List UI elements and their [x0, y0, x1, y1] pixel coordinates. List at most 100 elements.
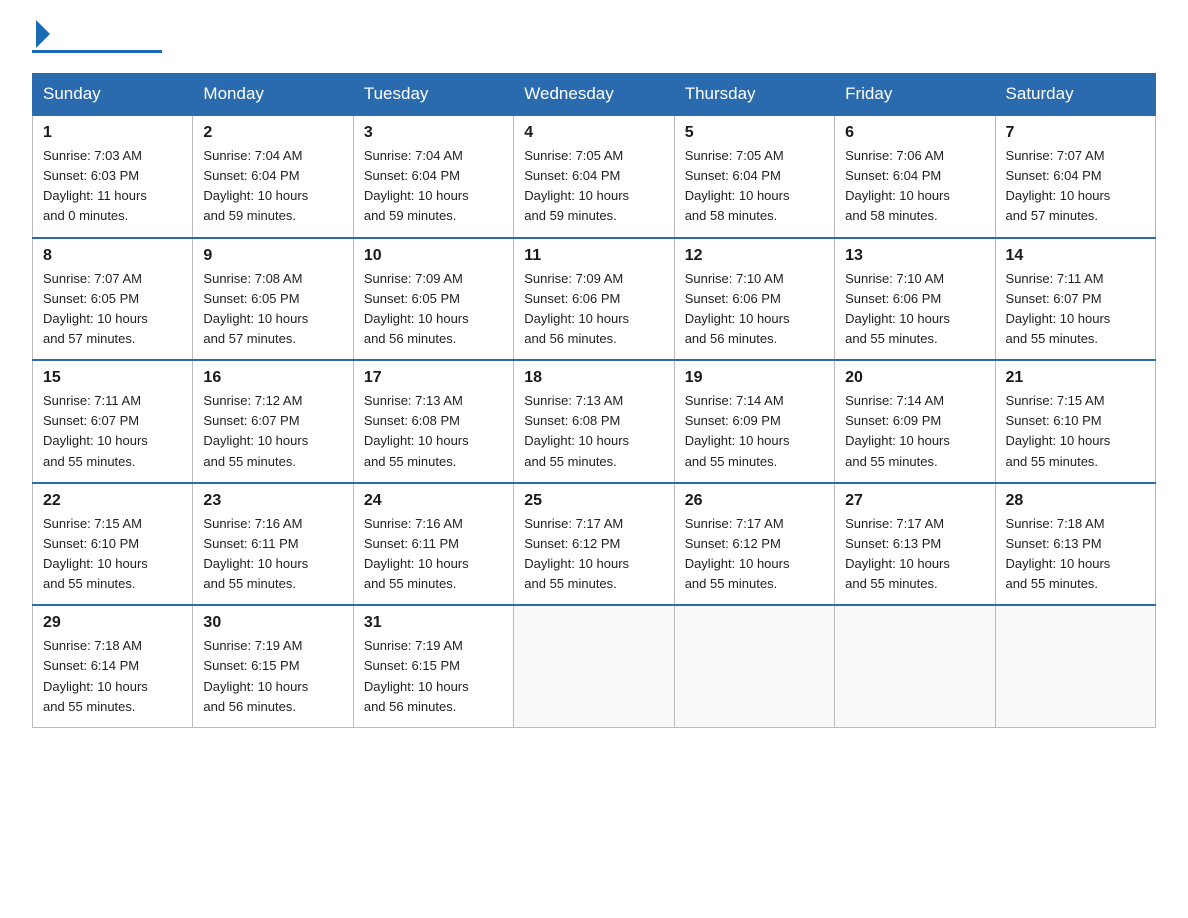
day-number: 13 — [845, 247, 984, 265]
week-row-5: 29 Sunrise: 7:18 AMSunset: 6:14 PMDayligh… — [33, 605, 1156, 727]
day-number: 22 — [43, 492, 182, 510]
day-cell-4: 4 Sunrise: 7:05 AMSunset: 6:04 PMDaylight… — [514, 115, 674, 238]
logo — [32, 24, 162, 53]
day-info: Sunrise: 7:12 AMSunset: 6:07 PMDaylight:… — [203, 391, 342, 472]
weekday-header-saturday: Saturday — [995, 74, 1155, 116]
day-cell-14: 14 Sunrise: 7:11 AMSunset: 6:07 PMDayligh… — [995, 238, 1155, 361]
day-number: 24 — [364, 492, 503, 510]
calendar-table: SundayMondayTuesdayWednesdayThursdayFrid… — [32, 73, 1156, 728]
week-row-3: 15 Sunrise: 7:11 AMSunset: 6:07 PMDayligh… — [33, 360, 1156, 483]
day-number: 19 — [685, 369, 824, 387]
week-row-1: 1 Sunrise: 7:03 AMSunset: 6:03 PMDaylight… — [33, 115, 1156, 238]
day-number: 1 — [43, 124, 182, 142]
day-number: 23 — [203, 492, 342, 510]
day-info: Sunrise: 7:07 AMSunset: 6:04 PMDaylight:… — [1006, 146, 1145, 227]
day-cell-9: 9 Sunrise: 7:08 AMSunset: 6:05 PMDaylight… — [193, 238, 353, 361]
day-info: Sunrise: 7:19 AMSunset: 6:15 PMDaylight:… — [364, 636, 503, 717]
day-cell-13: 13 Sunrise: 7:10 AMSunset: 6:06 PMDayligh… — [835, 238, 995, 361]
day-cell-12: 12Sunrise: 7:10 AMSunset: 6:06 PMDayligh… — [674, 238, 834, 361]
day-info: Sunrise: 7:04 AMSunset: 6:04 PMDaylight:… — [364, 146, 503, 227]
day-cell-11: 11Sunrise: 7:09 AMSunset: 6:06 PMDayligh… — [514, 238, 674, 361]
day-number: 4 — [524, 124, 663, 142]
day-cell-1: 1 Sunrise: 7:03 AMSunset: 6:03 PMDaylight… — [33, 115, 193, 238]
day-number: 5 — [685, 124, 824, 142]
day-info: Sunrise: 7:07 AMSunset: 6:05 PMDaylight:… — [43, 269, 182, 350]
day-cell-7: 7 Sunrise: 7:07 AMSunset: 6:04 PMDaylight… — [995, 115, 1155, 238]
day-info: Sunrise: 7:15 AMSunset: 6:10 PMDaylight:… — [43, 514, 182, 595]
day-number: 20 — [845, 369, 984, 387]
day-number: 28 — [1006, 492, 1145, 510]
day-number: 3 — [364, 124, 503, 142]
day-cell-25: 25 Sunrise: 7:17 AMSunset: 6:12 PMDayligh… — [514, 483, 674, 606]
day-cell-21: 21Sunrise: 7:15 AMSunset: 6:10 PMDayligh… — [995, 360, 1155, 483]
day-number: 7 — [1006, 124, 1145, 142]
day-number: 15 — [43, 369, 182, 387]
day-info: Sunrise: 7:18 AMSunset: 6:13 PMDaylight:… — [1006, 514, 1145, 595]
day-cell-17: 17 Sunrise: 7:13 AMSunset: 6:08 PMDayligh… — [353, 360, 513, 483]
day-info: Sunrise: 7:14 AMSunset: 6:09 PMDaylight:… — [685, 391, 824, 472]
day-info: Sunrise: 7:09 AMSunset: 6:05 PMDaylight:… — [364, 269, 503, 350]
day-info: Sunrise: 7:03 AMSunset: 6:03 PMDaylight:… — [43, 146, 182, 227]
day-number: 11 — [524, 247, 663, 265]
day-cell-3: 3 Sunrise: 7:04 AMSunset: 6:04 PMDaylight… — [353, 115, 513, 238]
day-info: Sunrise: 7:06 AMSunset: 6:04 PMDaylight:… — [845, 146, 984, 227]
day-cell-2: 2Sunrise: 7:04 AMSunset: 6:04 PMDaylight… — [193, 115, 353, 238]
day-info: Sunrise: 7:16 AMSunset: 6:11 PMDaylight:… — [203, 514, 342, 595]
day-info: Sunrise: 7:17 AMSunset: 6:13 PMDaylight:… — [845, 514, 984, 595]
day-number: 26 — [685, 492, 824, 510]
day-number: 25 — [524, 492, 663, 510]
empty-cell — [674, 605, 834, 727]
day-cell-16: 16 Sunrise: 7:12 AMSunset: 6:07 PMDayligh… — [193, 360, 353, 483]
day-info: Sunrise: 7:13 AMSunset: 6:08 PMDaylight:… — [524, 391, 663, 472]
empty-cell — [835, 605, 995, 727]
day-number: 9 — [203, 247, 342, 265]
day-cell-27: 27 Sunrise: 7:17 AMSunset: 6:13 PMDayligh… — [835, 483, 995, 606]
day-info: Sunrise: 7:11 AMSunset: 6:07 PMDaylight:… — [1006, 269, 1145, 350]
weekday-header-sunday: Sunday — [33, 74, 193, 116]
day-number: 2 — [203, 124, 342, 142]
day-info: Sunrise: 7:19 AMSunset: 6:15 PMDaylight:… — [203, 636, 342, 717]
weekday-header-tuesday: Tuesday — [353, 74, 513, 116]
day-info: Sunrise: 7:05 AMSunset: 6:04 PMDaylight:… — [685, 146, 824, 227]
day-cell-19: 19 Sunrise: 7:14 AMSunset: 6:09 PMDayligh… — [674, 360, 834, 483]
day-info: Sunrise: 7:14 AMSunset: 6:09 PMDaylight:… — [845, 391, 984, 472]
day-cell-24: 24Sunrise: 7:16 AMSunset: 6:11 PMDayligh… — [353, 483, 513, 606]
day-cell-15: 15 Sunrise: 7:11 AMSunset: 6:07 PMDayligh… — [33, 360, 193, 483]
day-number: 31 — [364, 614, 503, 632]
day-info: Sunrise: 7:05 AMSunset: 6:04 PMDaylight:… — [524, 146, 663, 227]
day-info: Sunrise: 7:08 AMSunset: 6:05 PMDaylight:… — [203, 269, 342, 350]
day-cell-31: 31 Sunrise: 7:19 AMSunset: 6:15 PMDayligh… — [353, 605, 513, 727]
day-cell-29: 29 Sunrise: 7:18 AMSunset: 6:14 PMDayligh… — [33, 605, 193, 727]
empty-cell — [514, 605, 674, 727]
day-number: 30 — [203, 614, 342, 632]
day-cell-20: 20 Sunrise: 7:14 AMSunset: 6:09 PMDayligh… — [835, 360, 995, 483]
day-number: 27 — [845, 492, 984, 510]
empty-cell — [995, 605, 1155, 727]
day-info: Sunrise: 7:17 AMSunset: 6:12 PMDaylight:… — [524, 514, 663, 595]
day-number: 21 — [1006, 369, 1145, 387]
day-number: 8 — [43, 247, 182, 265]
day-number: 10 — [364, 247, 503, 265]
day-number: 14 — [1006, 247, 1145, 265]
day-number: 29 — [43, 614, 182, 632]
day-number: 18 — [524, 369, 663, 387]
day-cell-8: 8 Sunrise: 7:07 AMSunset: 6:05 PMDaylight… — [33, 238, 193, 361]
day-info: Sunrise: 7:18 AMSunset: 6:14 PMDaylight:… — [43, 636, 182, 717]
weekday-header-monday: Monday — [193, 74, 353, 116]
week-row-2: 8 Sunrise: 7:07 AMSunset: 6:05 PMDaylight… — [33, 238, 1156, 361]
day-info: Sunrise: 7:11 AMSunset: 6:07 PMDaylight:… — [43, 391, 182, 472]
day-number: 17 — [364, 369, 503, 387]
logo-triangle-icon — [36, 20, 50, 48]
day-info: Sunrise: 7:17 AMSunset: 6:12 PMDaylight:… — [685, 514, 824, 595]
day-info: Sunrise: 7:10 AMSunset: 6:06 PMDaylight:… — [845, 269, 984, 350]
week-row-4: 22 Sunrise: 7:15 AMSunset: 6:10 PMDayligh… — [33, 483, 1156, 606]
weekday-header-row: SundayMondayTuesdayWednesdayThursdayFrid… — [33, 74, 1156, 116]
day-number: 16 — [203, 369, 342, 387]
day-cell-26: 26 Sunrise: 7:17 AMSunset: 6:12 PMDayligh… — [674, 483, 834, 606]
day-cell-22: 22 Sunrise: 7:15 AMSunset: 6:10 PMDayligh… — [33, 483, 193, 606]
weekday-header-thursday: Thursday — [674, 74, 834, 116]
day-info: Sunrise: 7:13 AMSunset: 6:08 PMDaylight:… — [364, 391, 503, 472]
page-header — [32, 24, 1156, 53]
weekday-header-friday: Friday — [835, 74, 995, 116]
day-cell-10: 10 Sunrise: 7:09 AMSunset: 6:05 PMDayligh… — [353, 238, 513, 361]
